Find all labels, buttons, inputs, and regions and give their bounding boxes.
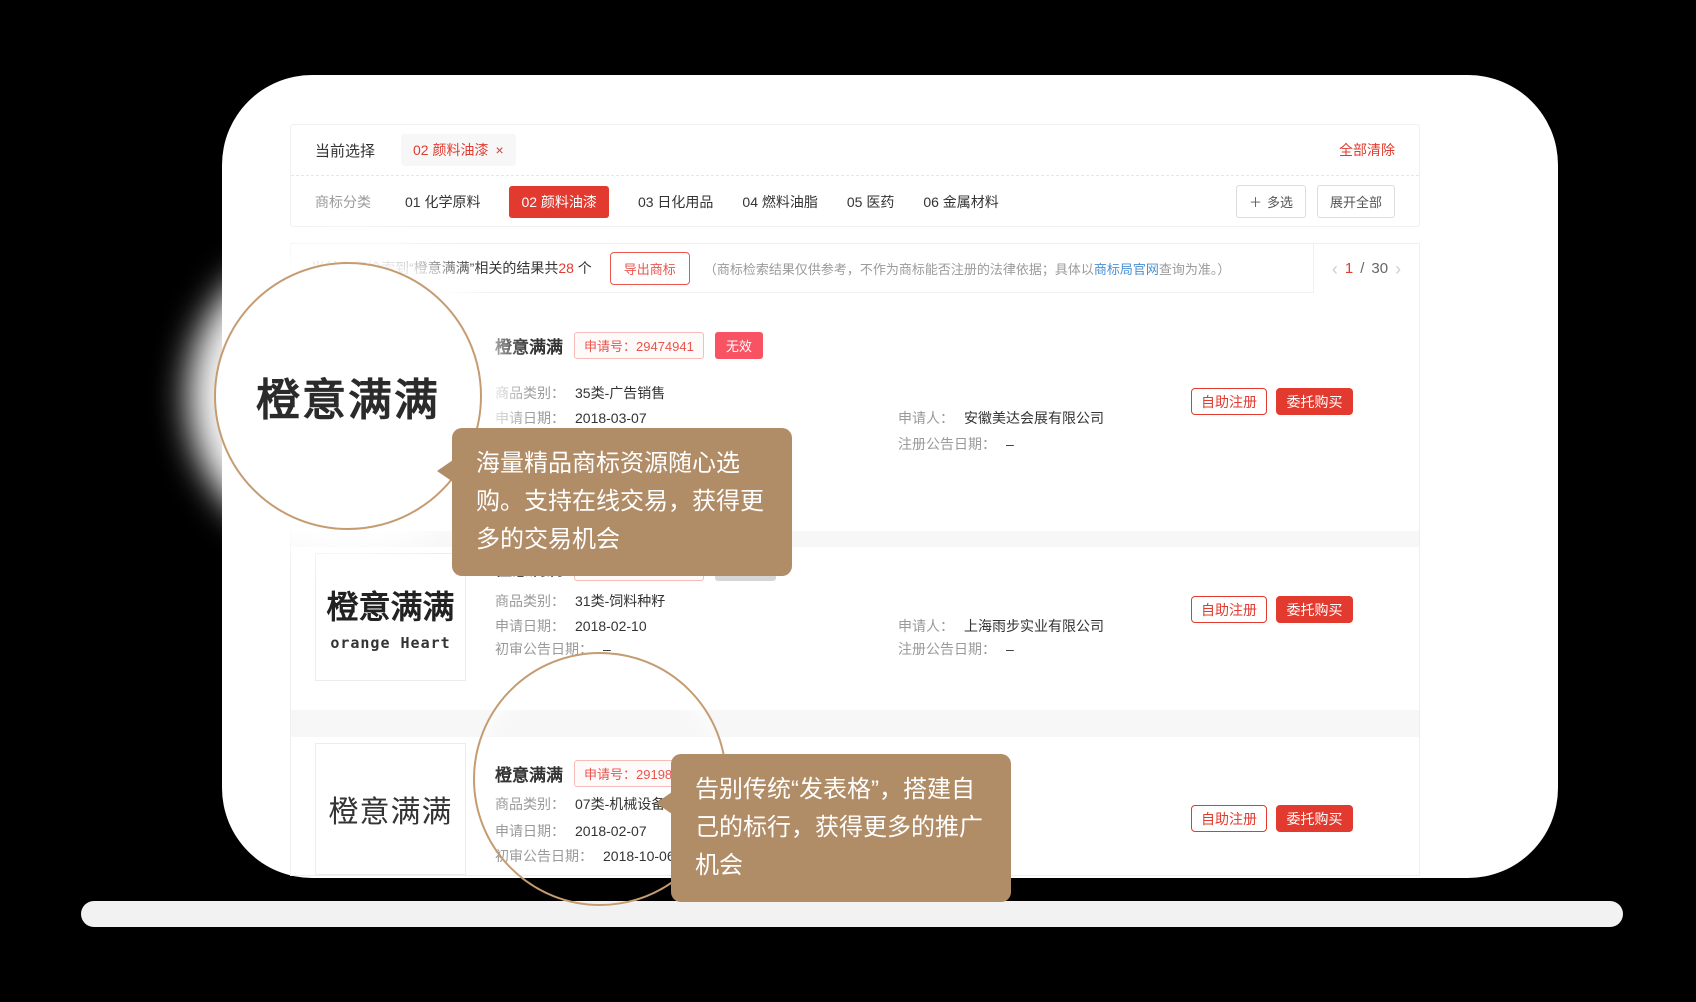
- multi-select-button[interactable]: ＋ 多选: [1236, 185, 1306, 218]
- results-unit: 个: [574, 260, 592, 276]
- field-value: 上海雨步实业有限公司: [964, 616, 1104, 636]
- field-label: 申请人：: [898, 408, 954, 428]
- callout-tooltip: 海量精品商标资源随心选购。支持在线交易，获得更多的交易机会: [452, 428, 792, 576]
- self-register-button[interactable]: 自助注册: [1191, 388, 1267, 415]
- entrust-buy-button[interactable]: 委托购买: [1276, 596, 1353, 623]
- field-value: 31类-饲料种籽: [575, 591, 665, 611]
- category-item-06[interactable]: 06 金属材料: [923, 192, 998, 212]
- export-trademark-button[interactable]: 导出商标: [610, 252, 690, 285]
- page-separator: /: [1360, 260, 1364, 277]
- trademark-image-subtext: orange Heart: [330, 634, 450, 652]
- field-value: 2018-03-07: [575, 410, 647, 426]
- field-label: 申请日期：: [495, 408, 565, 428]
- field-value: 安徽美达会展有限公司: [964, 408, 1104, 428]
- field-value: 35类-广告销售: [575, 383, 665, 403]
- clear-all-button[interactable]: 全部清除: [1339, 140, 1395, 160]
- page-background: 当前选择 02 颜料油漆 × 全部清除 商标分类 01 化学原料 02 颜料油漆…: [0, 0, 1696, 1002]
- current-selection-label: 当前选择: [315, 140, 375, 161]
- application-number-tag: 申请号：29474941: [574, 332, 704, 359]
- trademark-image-text: 橙意满满: [329, 787, 453, 831]
- field-label: 申请日期：: [495, 616, 565, 636]
- browser-mockup-screen: 当前选择 02 颜料油漆 × 全部清除 商标分类 01 化学原料 02 颜料油漆…: [222, 75, 1558, 878]
- category-item-02-active[interactable]: 02 颜料油漆: [509, 186, 608, 218]
- selected-category-tag[interactable]: 02 颜料油漆 ×: [401, 134, 516, 166]
- trademark-name: 橙意满满: [495, 333, 563, 358]
- current-page: 1: [1345, 260, 1353, 277]
- field-label: 注册公告日期：: [898, 434, 996, 454]
- selected-category-tag-text: 02 颜料油漆: [413, 140, 488, 160]
- entrust-buy-button[interactable]: 委托购买: [1276, 805, 1353, 832]
- prev-page-icon[interactable]: ‹: [1332, 260, 1338, 278]
- trademark-office-link[interactable]: 商标局官网: [1094, 262, 1159, 277]
- next-page-icon[interactable]: ›: [1395, 260, 1401, 278]
- status-badge: 无效: [715, 332, 763, 359]
- close-icon[interactable]: ×: [495, 143, 503, 157]
- self-register-button[interactable]: 自助注册: [1191, 805, 1267, 832]
- current-selection-row: 当前选择 02 颜料油漆 × 全部清除: [291, 125, 1419, 176]
- category-row-label: 商标分类: [315, 192, 371, 212]
- results-header: 当前为您检索到“橙意满满”相关的结果共28 个 导出商标 （商标检索结果仅供参考…: [291, 244, 1419, 293]
- category-item-05[interactable]: 05 医药: [847, 192, 894, 212]
- trademark-image: 橙意满满 orange Heart: [315, 553, 466, 681]
- multi-select-label: 多选: [1267, 192, 1293, 211]
- category-list: 01 化学原料 02 颜料油漆 03 日化用品 04 燃料油脂 05 医药 06…: [405, 186, 999, 218]
- filter-buttons: ＋ 多选 展开全部: [1236, 185, 1395, 218]
- callout-tooltip: 告别传统“发表格”，搭建自己的标行，获得更多的推广机会: [671, 754, 1011, 902]
- magnifier-circle: 橙意满满: [214, 262, 482, 530]
- trademark-image: 橙意满满: [315, 743, 466, 875]
- field-value: –: [1006, 436, 1014, 452]
- category-item-04[interactable]: 04 燃料油脂: [742, 192, 817, 212]
- field-value: –: [1006, 641, 1014, 657]
- field-label: 申请人：: [898, 616, 954, 636]
- field-label: 商品类别：: [495, 591, 565, 611]
- field-value: 2018-02-10: [575, 618, 647, 634]
- disclaimer-pre: （商标检索结果仅供参考，不作为商标能否注册的法律依据；具体以: [704, 262, 1094, 277]
- expand-all-label: 展开全部: [1330, 192, 1382, 211]
- results-count: 28: [558, 260, 574, 276]
- plus-icon: ＋: [1249, 192, 1262, 211]
- category-item-01[interactable]: 01 化学原料: [405, 192, 480, 212]
- self-register-button[interactable]: 自助注册: [1191, 596, 1267, 623]
- field-label: 商品类别：: [495, 383, 565, 403]
- disclaimer-post: 查询为准。）: [1159, 262, 1231, 277]
- category-item-03[interactable]: 03 日化用品: [638, 192, 713, 212]
- field-label: 注册公告日期：: [898, 639, 996, 659]
- filter-panel: 当前选择 02 颜料油漆 × 全部清除 商标分类 01 化学原料 02 颜料油漆…: [290, 124, 1420, 227]
- laptop-base-bar: [81, 901, 1623, 927]
- trademark-image-text: 橙意满满: [326, 582, 454, 628]
- total-pages: 30: [1371, 260, 1388, 277]
- category-row: 商标分类 01 化学原料 02 颜料油漆 03 日化用品 04 燃料油脂 05 …: [291, 176, 1419, 227]
- pagination: ‹ 1 / 30 ›: [1313, 244, 1419, 293]
- results-disclaimer: （商标检索结果仅供参考，不作为商标能否注册的法律依据；具体以商标局官网查询为准。…: [704, 259, 1231, 278]
- expand-all-button[interactable]: 展开全部: [1317, 185, 1395, 218]
- magnified-trademark-text: 橙意满满: [256, 364, 440, 428]
- entrust-buy-button[interactable]: 委托购买: [1276, 388, 1353, 415]
